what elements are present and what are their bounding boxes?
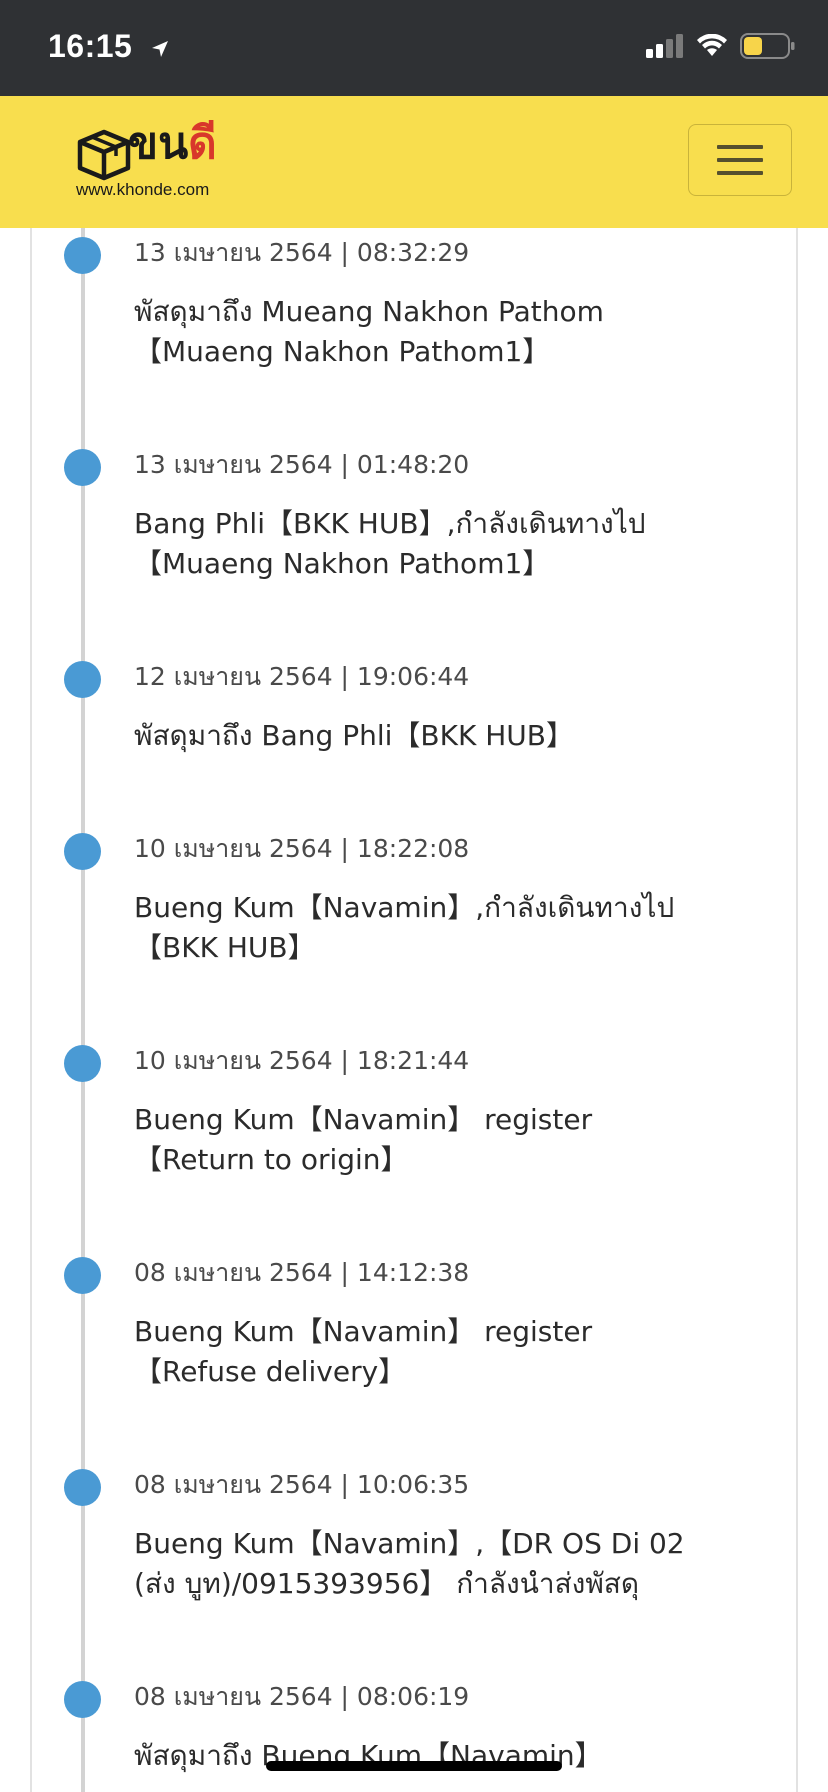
- event-description-line: Bueng Kum【Navamin】 register: [134, 1103, 593, 1136]
- event-description-line: Bueng Kum【Navamin】,【DR OS Di 02: [134, 1527, 685, 1560]
- hamburger-icon-bar: [717, 145, 763, 149]
- event-description: Bueng Kum【Navamin】,กำลังเดินทางไป 【BKK H…: [134, 888, 734, 968]
- event-description-line: Bueng Kum【Navamin】,กำลังเดินทางไป: [134, 891, 675, 924]
- status-bar: 16:15: [0, 0, 828, 96]
- navbar: ขนดี www.khonde.com: [0, 96, 828, 228]
- status-time-group: 16:15: [48, 28, 170, 67]
- wifi-icon: [696, 33, 728, 62]
- timeline-dot: [64, 833, 101, 870]
- event-time: 10 เมษายน 2564 | 18:21:44: [134, 1046, 470, 1075]
- event-description: พัสดุมาถึง Bang Phli【BKK HUB】: [134, 716, 734, 756]
- status-icons: [646, 33, 796, 63]
- event-description-line: (ส่ง บูท)/0915393956】 กำลังนำส่งพัสดุ: [134, 1567, 640, 1600]
- status-time: 16:15: [48, 28, 133, 64]
- event-description-line: 【Refuse delivery】: [134, 1355, 407, 1388]
- brand-url: www.khonde.com: [76, 180, 210, 199]
- event-description-line: 【Muaeng Nakhon Pathom1】: [134, 547, 551, 580]
- tracking-timeline-card: 13 เมษายน 2564 | 08:32:29 พัสดุมาถึง Mue…: [30, 228, 798, 1792]
- timeline-dot: [64, 1045, 101, 1082]
- event-description-line: พัสดุมาถึง Mueang Nakhon Pathom: [134, 295, 604, 328]
- event-description-line: 【BKK HUB】: [134, 931, 316, 964]
- event-description-line: 【Return to origin】: [134, 1143, 409, 1176]
- cellular-signal-icon: [646, 34, 684, 62]
- home-indicator[interactable]: [266, 1761, 562, 1771]
- event-description: Bueng Kum【Navamin】 register 【Return to o…: [134, 1100, 734, 1180]
- brand-logo[interactable]: ขนดี www.khonde.com: [74, 116, 244, 206]
- timeline-dot: [64, 449, 101, 486]
- hamburger-menu-button[interactable]: [688, 124, 792, 196]
- event-time: 13 เมษายน 2564 | 01:48:20: [134, 450, 470, 479]
- event-time: 08 เมษายน 2564 | 14:12:38: [134, 1258, 470, 1287]
- event-description: Bueng Kum【Navamin】,【DR OS Di 02 (ส่ง บูท…: [134, 1524, 734, 1604]
- event-description-line: Bang Phli【BKK HUB】,กำลังเดินทางไป: [134, 507, 646, 540]
- event-time: 08 เมษายน 2564 | 10:06:35: [134, 1470, 470, 1499]
- brand-name-primary: ขน: [128, 118, 189, 169]
- box-logo-icon: [74, 126, 134, 186]
- brand-name-accent: ดี: [188, 118, 217, 169]
- event-description-line: 【Muaeng Nakhon Pathom1】: [134, 335, 551, 368]
- event-description-line: Bueng Kum【Navamin】 register: [134, 1315, 593, 1348]
- event-time: 12 เมษายน 2564 | 19:06:44: [134, 662, 470, 691]
- event-time: 08 เมษายน 2564 | 08:06:19: [134, 1682, 470, 1711]
- timeline-dot: [64, 237, 101, 274]
- timeline-dot: [64, 1681, 101, 1718]
- timeline-dot: [64, 661, 101, 698]
- brand-name: ขนดี: [128, 118, 217, 170]
- hamburger-icon-bar: [717, 158, 763, 162]
- location-arrow-icon: [150, 30, 170, 67]
- battery-icon: [740, 33, 796, 63]
- event-time: 10 เมษายน 2564 | 18:22:08: [134, 834, 470, 863]
- event-description: Bueng Kum【Navamin】 register 【Refuse deli…: [134, 1312, 734, 1392]
- event-description: พัสดุมาถึง Mueang Nakhon Pathom 【Muaeng …: [134, 292, 734, 372]
- timeline-dot: [64, 1469, 101, 1506]
- timeline-dot: [64, 1257, 101, 1294]
- hamburger-icon-bar: [717, 171, 763, 175]
- event-time: 13 เมษายน 2564 | 08:32:29: [134, 238, 470, 267]
- event-description-line: พัสดุมาถึง Bang Phli【BKK HUB】: [134, 719, 575, 752]
- event-description: Bang Phli【BKK HUB】,กำลังเดินทางไป 【Muaen…: [134, 504, 734, 584]
